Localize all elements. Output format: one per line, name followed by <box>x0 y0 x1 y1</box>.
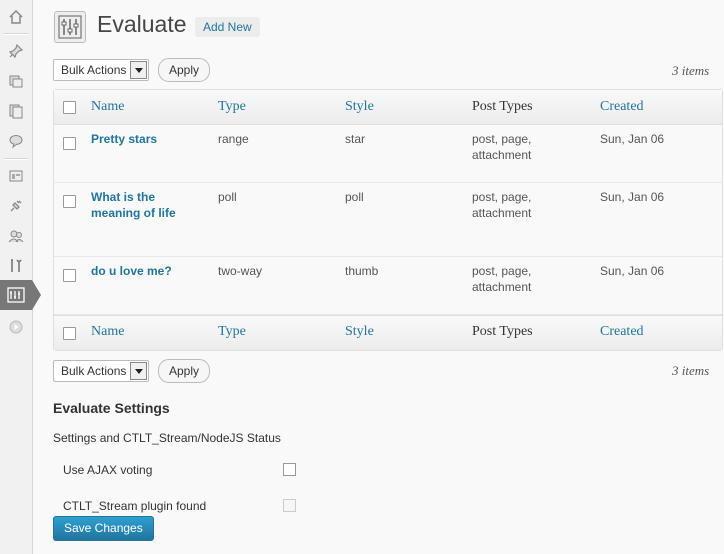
plugins-icon[interactable] <box>0 191 32 221</box>
column-created-footer[interactable]: Created <box>600 324 644 340</box>
row-type: poll <box>218 190 237 204</box>
table-header: Name Type Style Post Types Created <box>54 90 722 125</box>
row-checkbox[interactable] <box>63 195 76 208</box>
row-style: star <box>345 132 366 146</box>
items-count-bottom: 3 items <box>672 363 710 378</box>
row-post-types: post, page, attachment <box>472 189 531 221</box>
ajax-voting-label: Use AJAX voting <box>63 463 153 477</box>
row-checkbox[interactable] <box>63 269 76 282</box>
sidebar-separator <box>4 33 28 35</box>
title-line: meaning of life <box>91 206 176 220</box>
row-type: two-way <box>218 264 263 278</box>
column-style-footer[interactable]: Style <box>345 324 374 340</box>
settings-description: Settings and CTLT_Stream/NodeJS Status <box>53 431 281 445</box>
tools-icon[interactable] <box>0 251 32 281</box>
bulk-actions-value: Bulk Actions <box>61 63 127 77</box>
collapse-menu-icon[interactable] <box>0 312 32 342</box>
column-created[interactable]: Created <box>600 99 644 115</box>
settings-heading: Evaluate Settings <box>53 400 170 416</box>
admin-sidebar <box>0 0 41 554</box>
column-style[interactable]: Style <box>345 99 374 115</box>
column-type-footer[interactable]: Type <box>218 324 246 340</box>
bulk-actions-select-top[interactable]: Bulk Actions <box>53 59 149 81</box>
sidebar-separator <box>4 158 28 160</box>
select-all-checkbox-footer[interactable] <box>63 327 76 340</box>
ajax-voting-checkbox[interactable] <box>283 463 296 476</box>
bulk-actions-value: Bulk Actions <box>61 364 127 378</box>
row-post-types: post, page, attachment <box>472 131 531 163</box>
apply-button-top[interactable]: Apply <box>158 58 211 82</box>
column-post-types: Post Types <box>472 99 533 114</box>
page-title: Evaluate <box>97 11 187 37</box>
add-new-button[interactable]: Add New <box>195 17 260 37</box>
stream-plugin-label: CTLT_Stream plugin found <box>63 499 207 513</box>
table-row: do u love me? two-way thumb post, page, … <box>54 257 722 315</box>
row-created: Sun, Jan 06 <box>600 264 665 278</box>
appearance-icon[interactable] <box>0 161 32 191</box>
users-icon[interactable] <box>0 221 32 251</box>
row-created: Sun, Jan 06 <box>600 190 665 204</box>
row-title-link[interactable]: do u love me? <box>91 263 172 279</box>
column-post-types-footer: Post Types <box>472 324 533 339</box>
row-checkbox[interactable] <box>63 137 76 150</box>
chevron-down-icon <box>130 61 147 79</box>
column-name[interactable]: Name <box>91 99 124 115</box>
row-title-link[interactable]: What is the meaning of life <box>91 189 176 221</box>
table-row: Pretty stars range star post, page, atta… <box>54 125 722 183</box>
title-line: What is the <box>91 190 156 204</box>
comments-icon[interactable] <box>0 126 32 156</box>
bulk-actions-select-bottom[interactable]: Bulk Actions <box>53 360 149 382</box>
row-style: poll <box>345 190 364 204</box>
save-changes-button[interactable]: Save Changes <box>53 516 154 541</box>
column-name-footer[interactable]: Name <box>91 324 124 340</box>
post-types-line: attachment <box>472 206 532 220</box>
main-content: Evaluate Add New Bulk Actions Apply 3 it… <box>33 0 724 554</box>
pages-icon[interactable] <box>0 96 32 126</box>
media-icon[interactable] <box>0 66 32 96</box>
apply-button-bottom[interactable]: Apply <box>158 359 211 383</box>
evaluate-icon[interactable] <box>0 280 32 310</box>
post-types-line: post, page, <box>472 190 532 204</box>
table-row: What is the meaning of life poll poll po… <box>54 183 722 257</box>
row-title-link[interactable]: Pretty stars <box>91 131 157 147</box>
items-count-top: 3 items <box>672 63 710 78</box>
dashboard-icon[interactable] <box>0 2 32 32</box>
post-types-line: attachment <box>472 280 532 294</box>
post-types-line: attachment <box>472 148 532 162</box>
posts-pin-icon[interactable] <box>0 36 32 66</box>
stream-plugin-checkbox <box>283 499 296 512</box>
row-post-types: post, page, attachment <box>472 263 531 295</box>
chevron-down-icon <box>130 362 147 380</box>
evaluate-table: Name Type Style Post Types Created Prett… <box>53 89 723 351</box>
post-types-line: post, page, <box>472 264 532 278</box>
evaluate-page-icon <box>54 11 86 43</box>
row-style: thumb <box>345 264 379 278</box>
table-footer: Name Type Style Post Types Created <box>54 315 722 350</box>
row-created: Sun, Jan 06 <box>600 132 665 146</box>
post-types-line: post, page, <box>472 132 532 146</box>
column-type[interactable]: Type <box>218 99 246 115</box>
row-type: range <box>218 132 249 146</box>
select-all-checkbox[interactable] <box>63 101 76 114</box>
